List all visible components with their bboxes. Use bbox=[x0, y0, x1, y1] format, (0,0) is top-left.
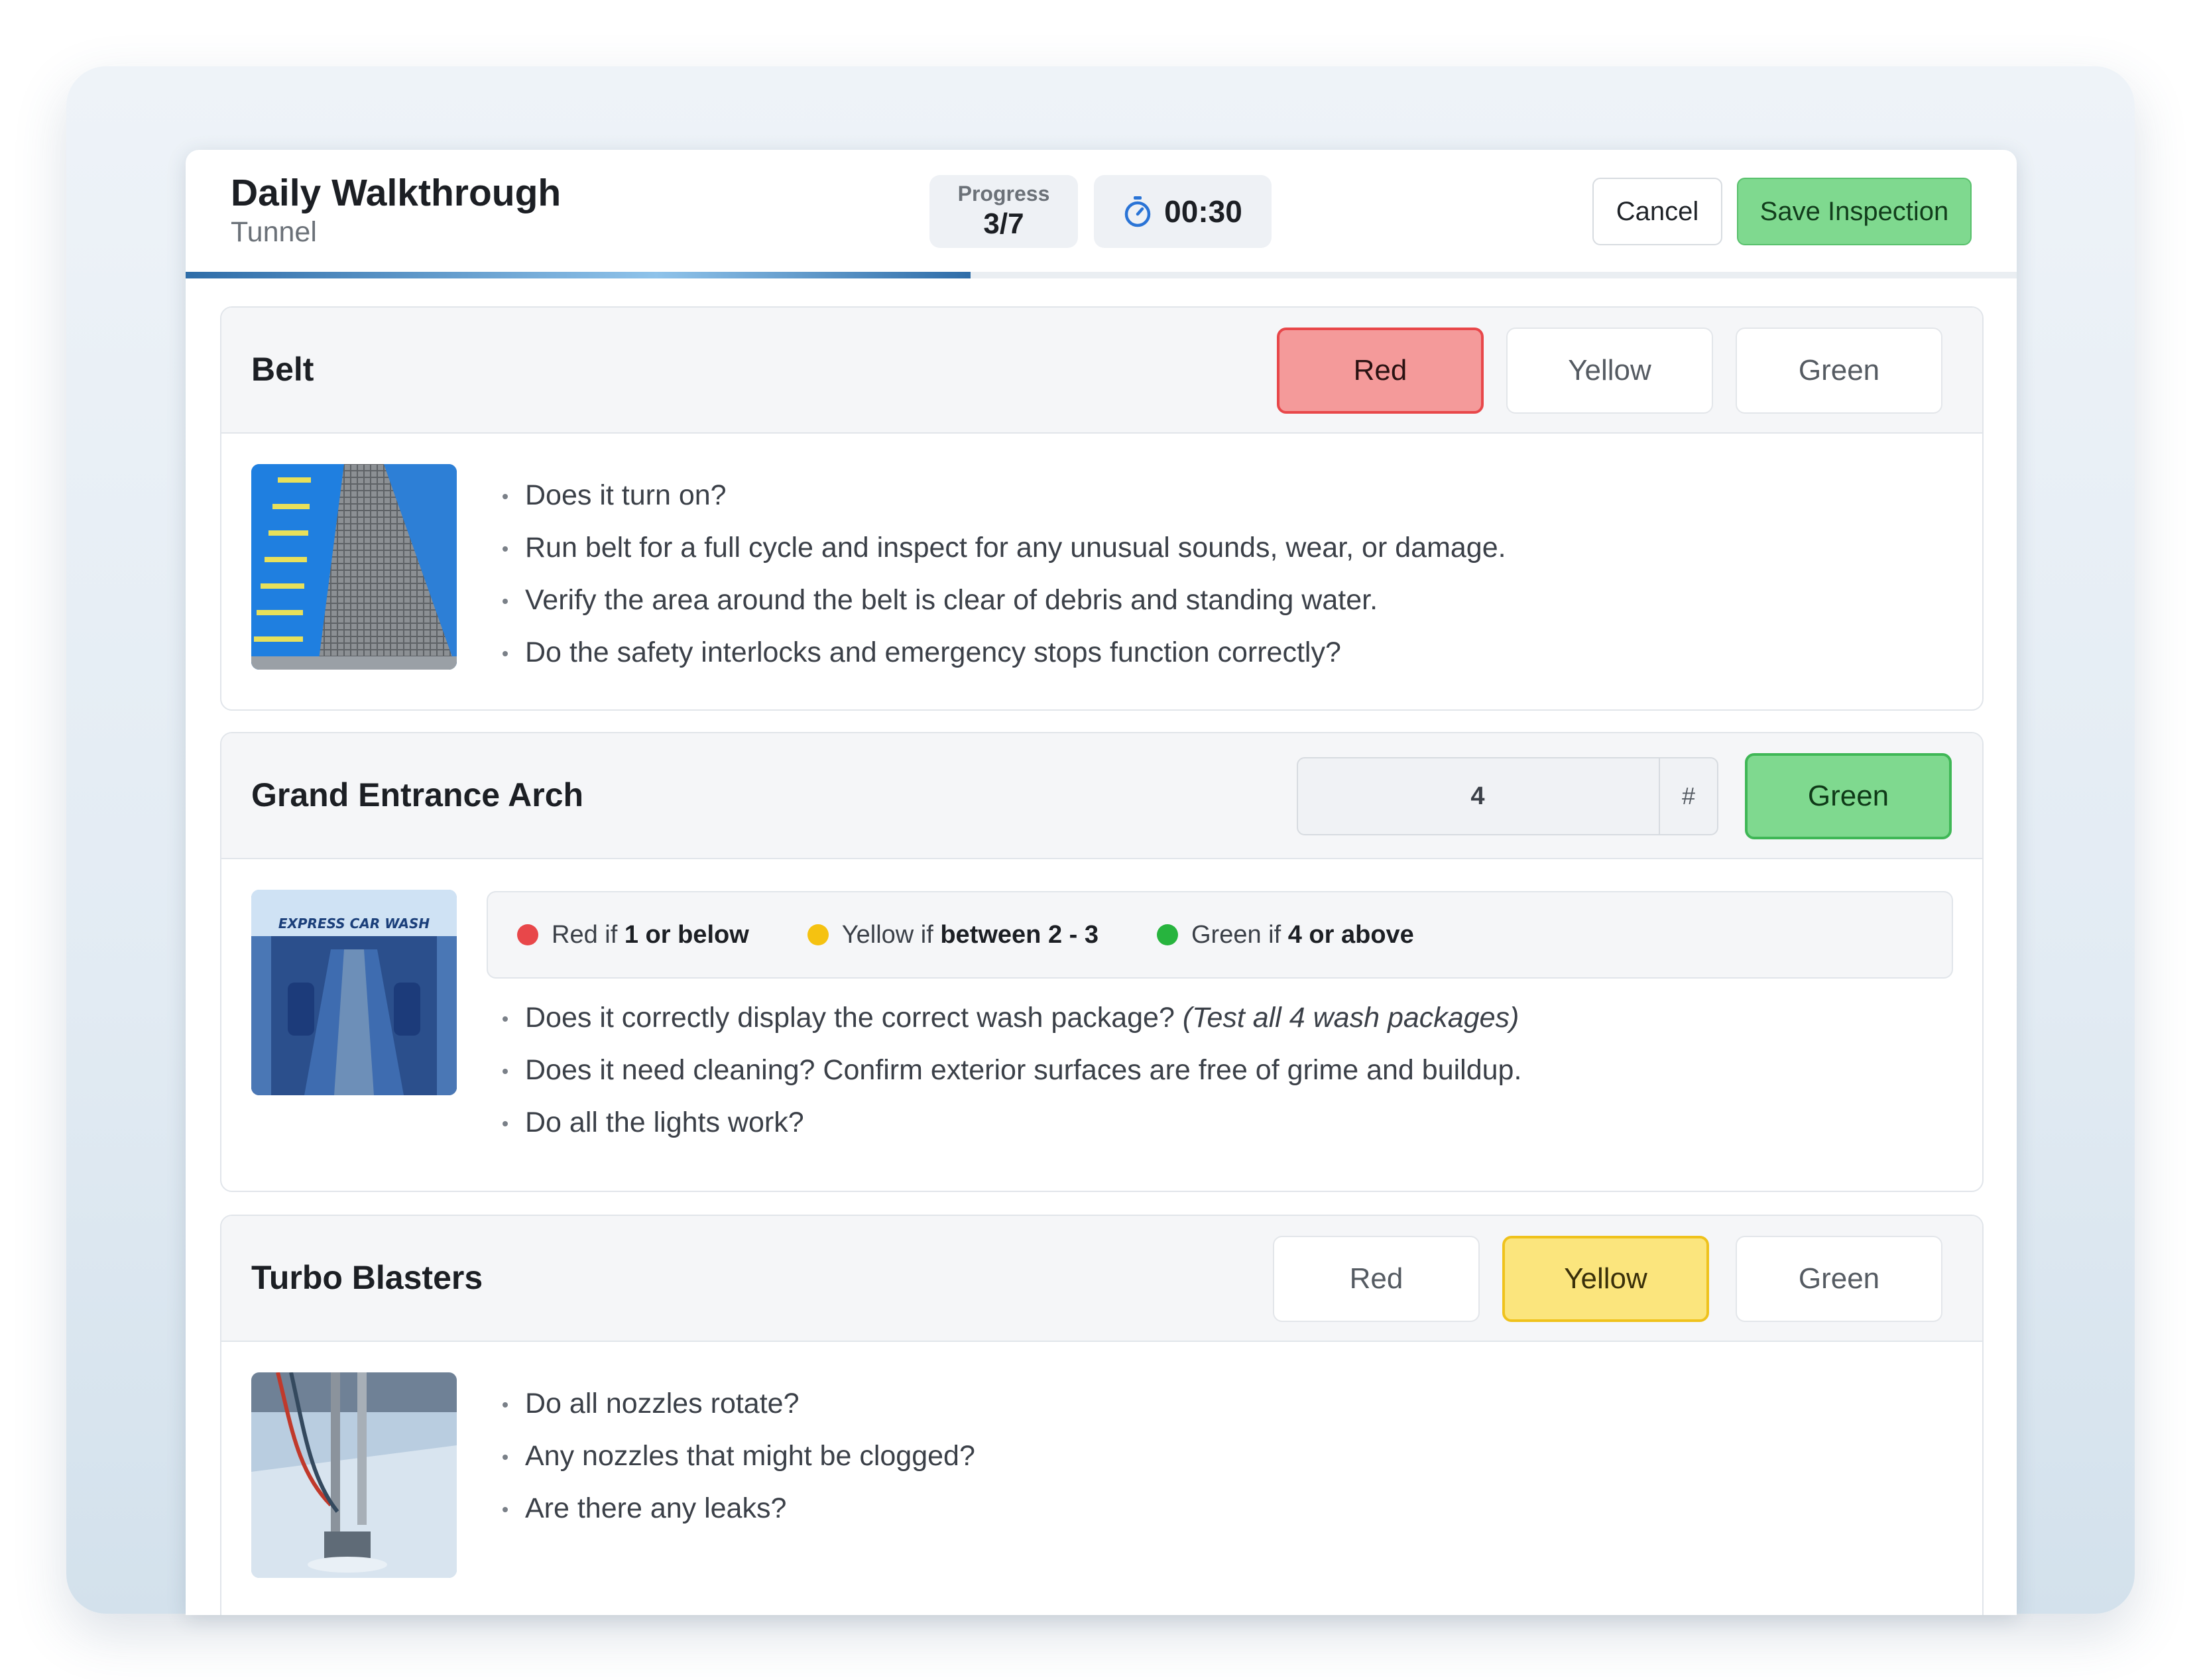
checklist-note: (Test all 4 wash packages) bbox=[1182, 1002, 1519, 1034]
item-title: Turbo Blasters bbox=[251, 1259, 483, 1296]
legend-rule: 4 or above bbox=[1287, 920, 1414, 949]
checklist-text: Does it correctly display the correct wa… bbox=[525, 1002, 1175, 1034]
computed-rating-green: Green bbox=[1745, 753, 1952, 839]
red-dot-icon bbox=[517, 924, 538, 945]
progress-value: 3/7 bbox=[983, 208, 1024, 240]
legend-rule: 1 or below bbox=[624, 920, 749, 949]
checklist-item: Do all the lights work? bbox=[500, 1097, 1521, 1149]
rating-green-button[interactable]: Green bbox=[1736, 328, 1942, 414]
inspection-item-belt: Belt Red Yellow Green Does it turn on? R… bbox=[220, 306, 1984, 711]
page-subtitle: Tunnel bbox=[231, 216, 317, 248]
checklist-item: Does it turn on? bbox=[500, 469, 1506, 522]
progress-indicator: Progress 3/7 bbox=[929, 175, 1078, 248]
inspection-window: Daily Walkthrough Tunnel Progress 3/7 00… bbox=[186, 150, 2017, 1615]
item-title: Belt bbox=[251, 351, 314, 388]
checklist-item: Are there any leaks? bbox=[500, 1482, 975, 1535]
checklist-item: Does it need cleaning? Confirm exterior … bbox=[500, 1044, 1521, 1097]
green-dot-icon bbox=[1156, 924, 1178, 945]
count-unit: # bbox=[1659, 758, 1717, 834]
rating-legend: Red if 1 or below Yellow if between 2 - … bbox=[487, 891, 1953, 979]
legend-rule: between 2 - 3 bbox=[940, 920, 1099, 949]
checklist-item: Verify the area around the belt is clear… bbox=[500, 574, 1506, 627]
inspection-item-grand-entrance-arch: Grand Entrance Arch # Green EXPRESS CAR … bbox=[220, 732, 1984, 1192]
legend-red: Red if 1 or below bbox=[517, 921, 749, 949]
yellow-dot-icon bbox=[807, 924, 829, 945]
checklist-item: Does it correctly display the correct wa… bbox=[500, 992, 1521, 1044]
item-header: Belt Red Yellow Green bbox=[221, 308, 1982, 434]
checklist-item: Do all nozzles rotate? bbox=[500, 1378, 975, 1430]
checklist-item: Do the safety interlocks and emergency s… bbox=[500, 627, 1506, 679]
checklist: Do all nozzles rotate? Any nozzles that … bbox=[500, 1378, 975, 1535]
rating-yellow-button[interactable]: Yellow bbox=[1502, 1236, 1709, 1322]
turbo-blaster-photo bbox=[251, 1372, 457, 1578]
header: Daily Walkthrough Tunnel Progress 3/7 00… bbox=[186, 150, 2017, 279]
save-inspection-button[interactable]: Save Inspection bbox=[1737, 178, 1972, 245]
conveyor-belt-photo bbox=[251, 464, 457, 670]
arch-sign-text: EXPRESS CAR WASH bbox=[278, 916, 430, 931]
rating-yellow-button[interactable]: Yellow bbox=[1506, 328, 1713, 414]
checklist-item: Run belt for a full cycle and inspect fo… bbox=[500, 522, 1506, 574]
checklist-item: Any nozzles that might be clogged? bbox=[500, 1430, 975, 1482]
count-input[interactable] bbox=[1298, 758, 1657, 834]
inspection-item-turbo-blasters: Turbo Blasters Red Yellow Green Do all n… bbox=[220, 1215, 1984, 1615]
checklist: Does it turn on? Run belt for a full cyc… bbox=[500, 469, 1506, 679]
count-input-group: # bbox=[1297, 757, 1718, 835]
item-title: Grand Entrance Arch bbox=[251, 776, 584, 813]
item-header: Grand Entrance Arch # Green bbox=[221, 733, 1982, 859]
progress-bar-fill bbox=[186, 272, 971, 278]
timer: 00:30 bbox=[1094, 175, 1272, 248]
legend-green: Green if 4 or above bbox=[1156, 920, 1414, 949]
page-title: Daily Walkthrough bbox=[231, 172, 562, 214]
timer-value: 00:30 bbox=[1164, 194, 1242, 229]
entrance-arch-photo: EXPRESS CAR WASH bbox=[251, 890, 457, 1095]
legend-prefix: Green if bbox=[1191, 920, 1281, 949]
rating-red-button[interactable]: Red bbox=[1273, 1236, 1480, 1322]
legend-prefix: Yellow if bbox=[841, 920, 933, 949]
rating-red-button[interactable]: Red bbox=[1277, 328, 1484, 414]
item-header: Turbo Blasters Red Yellow Green bbox=[221, 1216, 1982, 1342]
progress-bar bbox=[186, 272, 2017, 278]
rating-green-button[interactable]: Green bbox=[1736, 1236, 1942, 1322]
checklist: Does it correctly display the correct wa… bbox=[500, 992, 1521, 1149]
stopwatch-icon bbox=[1124, 196, 1151, 227]
progress-label: Progress bbox=[957, 182, 1050, 206]
legend-prefix: Red if bbox=[552, 920, 618, 949]
cancel-button[interactable]: Cancel bbox=[1592, 178, 1722, 245]
legend-yellow: Yellow if between 2 - 3 bbox=[807, 921, 1099, 949]
